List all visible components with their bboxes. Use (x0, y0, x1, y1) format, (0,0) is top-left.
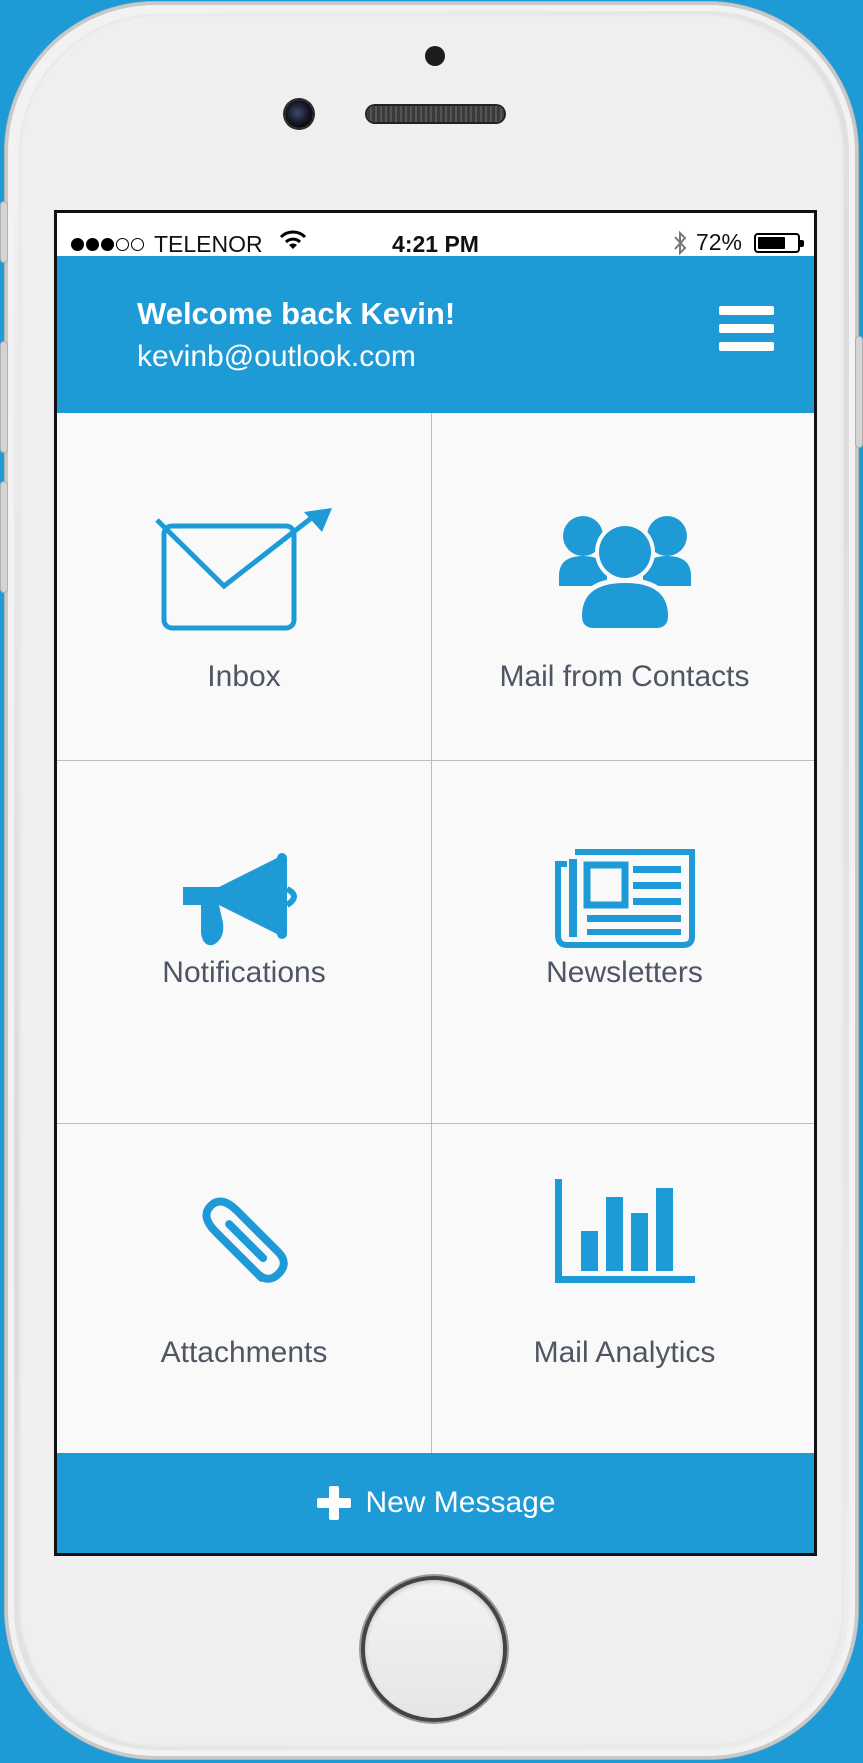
paperclip-icon (57, 1184, 431, 1294)
menu-bar (719, 306, 774, 315)
megaphone-icon (57, 849, 431, 954)
tile-label-mail-from-contacts: Mail from Contacts (499, 660, 750, 693)
battery-level-fill (758, 236, 786, 249)
menu-bar (719, 342, 774, 351)
tile-mail-from-contacts[interactable]: Mail from Contacts (432, 413, 814, 760)
bluetooth-icon (674, 230, 687, 255)
user-email: kevinb@outlook.com (137, 340, 416, 373)
app-screen: TELENOR 4:21 PM 72% Welcome back Kevin! … (54, 210, 817, 1556)
mute-switch (1, 202, 7, 262)
newspaper-icon (432, 849, 814, 949)
volume-up-button (1, 342, 7, 452)
bar-chart-icon (432, 1179, 814, 1284)
battery-icon (754, 232, 804, 253)
welcome-title: Welcome back Kevin! (137, 296, 456, 331)
tile-label-newsletters: Newsletters (546, 956, 703, 989)
home-button[interactable] (365, 1580, 503, 1718)
new-message-label: New Message (365, 1486, 556, 1519)
tile-label-inbox: Inbox (207, 660, 281, 693)
status-right: 72% (672, 229, 804, 256)
earpiece-speaker (367, 106, 504, 122)
battery-tip (800, 239, 804, 247)
app-header: Welcome back Kevin! kevinb@outlook.com (57, 256, 814, 413)
volume-down-button (1, 482, 7, 592)
tile-attachments[interactable]: Attachments (57, 1124, 431, 1453)
front-camera (285, 100, 313, 128)
tile-inbox[interactable]: Inbox (57, 413, 431, 760)
menu-grid: Inbox Mail from Contacts Notifications N… (57, 413, 814, 1453)
tile-newsletters[interactable]: Newsletters (432, 761, 814, 1123)
tile-notifications[interactable]: Notifications (57, 761, 431, 1123)
power-button (856, 337, 862, 447)
envelope-send-icon (57, 508, 431, 633)
plus-icon (317, 1486, 352, 1520)
tile-label-notifications: Notifications (162, 956, 326, 989)
people-group-icon (432, 508, 814, 633)
proximity-sensor (425, 46, 445, 66)
menu-bar (719, 324, 774, 333)
new-message-button[interactable]: New Message (57, 1453, 814, 1553)
tile-mail-analytics[interactable]: Mail Analytics (432, 1124, 814, 1453)
battery-percent: 72% (695, 229, 742, 255)
tile-label-attachments: Attachments (160, 1336, 328, 1369)
hamburger-menu-icon[interactable] (719, 306, 774, 352)
phone-frame: TELENOR 4:21 PM 72% Welcome back Kevin! … (1, 2, 862, 1759)
tile-label-mail-analytics: Mail Analytics (533, 1336, 716, 1369)
status-bar: TELENOR 4:21 PM 72% (57, 213, 814, 257)
